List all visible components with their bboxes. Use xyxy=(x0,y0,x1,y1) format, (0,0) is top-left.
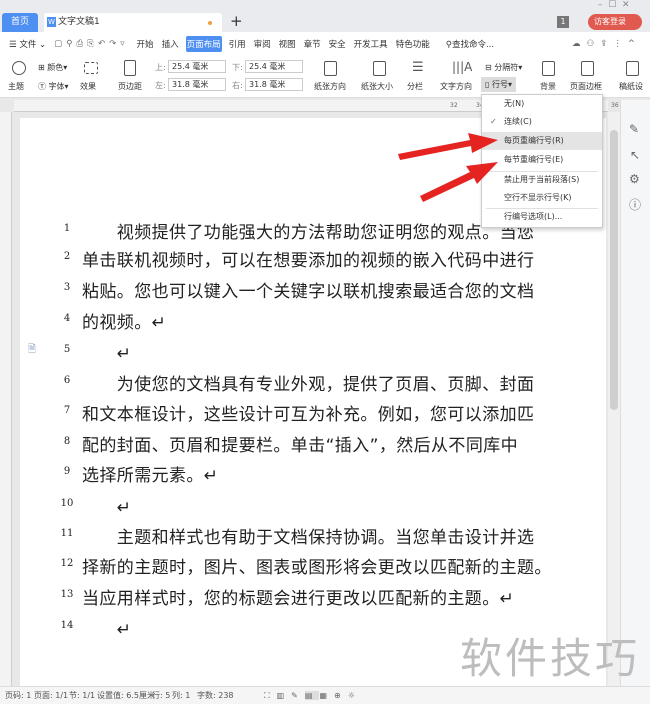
status-bar: 页码: 1 页面: 1/1 节: 1/1 设置值: 6.5厘米 行: 5 列: … xyxy=(0,686,650,704)
red-arrow xyxy=(398,133,498,202)
status-words[interactable]: 字数: 238 xyxy=(197,687,234,704)
status-pages[interactable]: 页面: 1/1 xyxy=(34,687,68,704)
watermark: 软件技巧 xyxy=(460,634,641,683)
status-section[interactable]: 节: 1/1 xyxy=(69,687,95,704)
status-page[interactable]: 页码: 1 xyxy=(5,687,31,704)
status-setting[interactable]: 设置值: 6.5厘米 xyxy=(97,687,155,704)
view-mode-icons[interactable]: ⛶▥✎▤▦⊕☼ xyxy=(264,687,362,704)
status-col[interactable]: 列: 1 xyxy=(172,687,190,704)
annotation-arrows xyxy=(398,133,498,202)
status-row[interactable]: 行: 5 xyxy=(152,687,170,704)
